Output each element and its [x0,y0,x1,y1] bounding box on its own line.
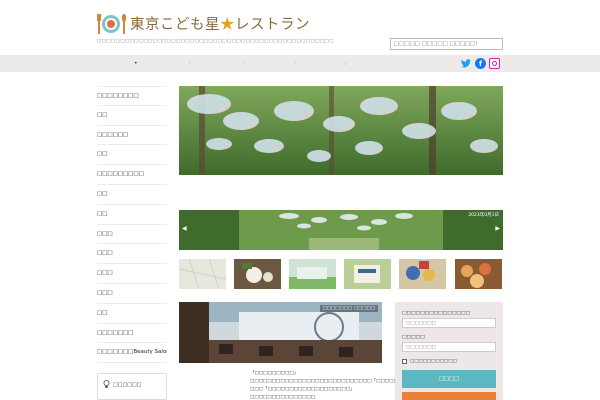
sidebar-item[interactable]: □□ [97,205,167,225]
feature-article-excerpt[interactable]: 「□□□□□□□□□」□□□□□□□□□□□□□□□□□□□□□□□□□□□□「… [250,370,415,400]
feature-article-tag: □□□□□□□ □□□□□ [319,305,378,312]
site-tagline: □□□□□□□□□□□□□□□□□□□□□□□□□□□□□□□□□□□□□□□□… [97,39,334,44]
thumbnail[interactable] [289,259,336,289]
remember-me-label: □□□□□□□□□□□ [410,359,457,364]
remember-me-checkbox[interactable] [402,359,407,364]
restaurant-logo-icon[interactable] [97,13,127,35]
category-sidebar: □□□□□□□□ □□ □□□□□□ □□ □□□□□□□□□ □□ □□ □□… [97,86,167,364]
login-button[interactable]: □□□□ [402,370,496,388]
username-label: □□□□□□□□□□□□□□□ [402,311,470,316]
password-label: □□□□□ [402,335,425,340]
thumbnail[interactable] [234,259,281,289]
slider-next-icon[interactable]: ▶ [495,225,500,232]
sidebar-item-beauty-salon[interactable]: □□□□□□□Beauty Salon [97,343,167,364]
sidebar-item[interactable]: □□□□□□□ [97,324,167,344]
sidebar-item[interactable]: □□ [97,304,167,324]
sidebar-item[interactable]: □□□□□□□□ [97,86,167,106]
thumbnail[interactable] [179,259,226,289]
thumbnail[interactable] [455,259,502,289]
register-button[interactable] [402,392,496,400]
login-panel: □□□□□□□□□□□□□□□ □□□□□□□ □□□□□ □□□□□□□ □□… [395,302,503,400]
site-title-pre: 東京こども星 [130,17,220,33]
username-field[interactable]: □□□□□□□ [402,318,496,328]
site-title-post: レストラン [235,17,310,33]
site-header: 東京こども星★レストラン □□□□□□□□□□□□□□□□□□□□□□□□□□□… [0,0,600,55]
nav-separator [341,61,347,65]
feature-article-image[interactable]: □□□□□□□ □□□□□ [179,302,382,363]
sidebar-item[interactable]: □□□ [97,225,167,245]
sidebar-item[interactable]: □□ [97,106,167,126]
thumbnail[interactable] [344,259,391,289]
nav-separator [290,61,296,65]
nav-item-home[interactable]: • [134,60,138,67]
sidebar-tips-box[interactable]: □□□□□□ [97,373,167,400]
thumbnail-strip [179,259,503,289]
sidebar-item[interactable]: □□□ [97,284,167,304]
twitter-icon[interactable] [460,58,471,69]
nav-separator [185,61,191,65]
news-slider[interactable]: 2023年0月1日 ◀ ▶ [179,210,503,250]
sidebar-item[interactable]: □□□□□□□□□ [97,165,167,185]
main-nav: • f [0,55,600,72]
thumbnail[interactable] [399,259,446,289]
sidebar-item[interactable]: □□ [97,185,167,205]
sidebar-tips-label: □□□□□□ [113,382,142,388]
site-title[interactable]: 東京こども星★レストラン [130,13,310,34]
facebook-icon[interactable]: f [475,58,486,69]
instagram-icon[interactable] [489,58,500,69]
hero-image[interactable] [179,86,503,175]
sidebar-item[interactable]: □□□ [97,264,167,284]
slider-prev-icon[interactable]: ◀ [182,225,187,232]
lightbulb-icon [103,380,110,388]
site-title-star: ★ [220,17,235,33]
sidebar-item[interactable]: □□□ [97,244,167,265]
nav-separator [239,61,245,65]
sidebar-item[interactable]: □□□□□□ [97,126,167,146]
search-input[interactable]: □□□□□ □□□□□ □□□□□! [390,38,503,50]
sidebar-item[interactable]: □□ [97,145,167,166]
password-field[interactable]: □□□□□□□ [402,342,496,352]
slider-date: 2023年0月1日 [468,213,499,218]
